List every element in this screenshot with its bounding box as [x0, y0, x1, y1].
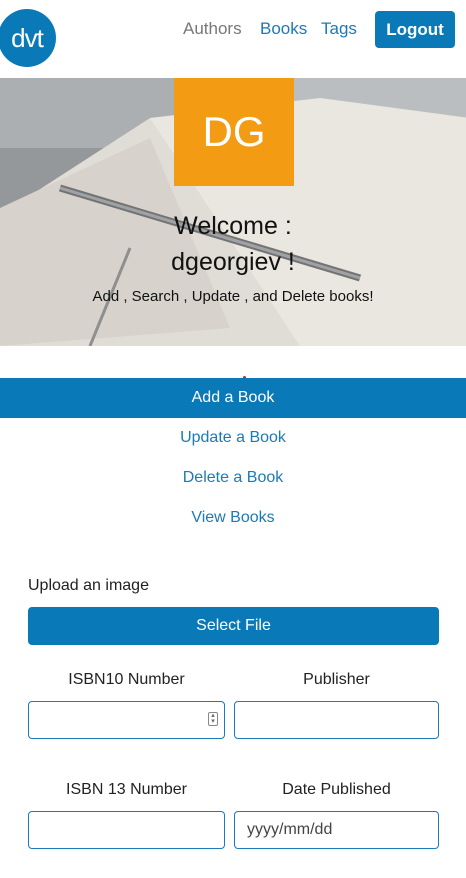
- logo[interactable]: dvt: [0, 9, 56, 67]
- date-placeholder: yyyy/mm/dd: [247, 821, 333, 838]
- menu-item-delete-book[interactable]: Delete a Book: [0, 458, 466, 498]
- hero-subtitle: Add , Search , Update , and Delete books…: [92, 288, 374, 305]
- isbn10-input[interactable]: ▴ ▾: [28, 701, 225, 739]
- isbn13-input[interactable]: [28, 811, 225, 849]
- nav-authors-link[interactable]: Authors: [183, 19, 242, 39]
- logout-button[interactable]: Logout: [375, 11, 455, 48]
- publisher-label: Publisher: [303, 671, 370, 688]
- welcome-heading: Welcome : dgeorgiev !: [0, 208, 466, 280]
- nav-books-link[interactable]: Books: [260, 19, 307, 39]
- menu-item-view-books[interactable]: View Books: [0, 498, 466, 538]
- publisher-input[interactable]: [234, 701, 439, 739]
- welcome-username: dgeorgiev !: [171, 248, 295, 276]
- menu-item-add-book[interactable]: Add a Book: [0, 378, 466, 418]
- welcome-line-1: Welcome :: [174, 212, 292, 240]
- select-file-button[interactable]: Select File: [28, 607, 439, 645]
- date-published-input[interactable]: yyyy/mm/dd: [234, 811, 439, 849]
- user-avatar: DG: [174, 78, 294, 186]
- isbn10-label: ISBN10 Number: [68, 671, 185, 688]
- upload-image-label: Upload an image: [28, 577, 149, 594]
- date-published-label: Date Published: [282, 781, 391, 798]
- nav-tags-link[interactable]: Tags: [321, 19, 357, 39]
- number-stepper-icon[interactable]: ▴ ▾: [208, 712, 218, 726]
- isbn13-label: ISBN 13 Number: [66, 781, 187, 798]
- menu-item-update-book[interactable]: Update a Book: [0, 418, 466, 458]
